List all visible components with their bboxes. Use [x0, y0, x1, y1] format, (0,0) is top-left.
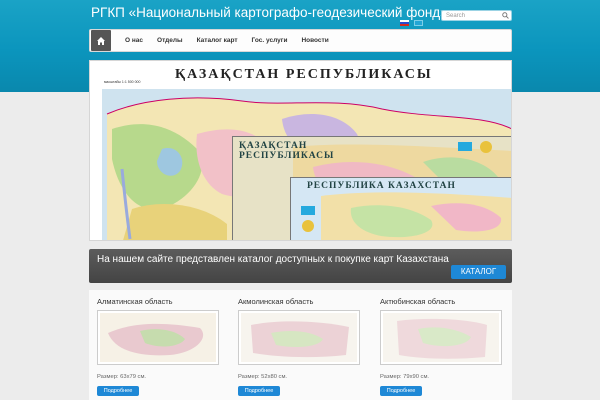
region-details-button[interactable]: Подробнее: [97, 386, 139, 396]
hero-slider[interactable]: ҚАЗАҚСТАН РЕСПУБЛИКАСЫ масштабы 1:1 500 …: [89, 60, 512, 241]
hero-card-russian-title: РЕСПУБЛИКА КАЗАХСТАН: [307, 181, 456, 191]
site-title[interactable]: РГКП «Национальный картографо-геодезичес…: [91, 5, 448, 20]
region-map-thumbnail[interactable]: [380, 310, 502, 365]
region-name[interactable]: Актюбинская область: [380, 297, 515, 306]
region-details-button[interactable]: Подробнее: [238, 386, 280, 396]
nav-item-departments[interactable]: Отделы: [157, 37, 183, 44]
search-placeholder: Search: [446, 13, 466, 19]
hero-map-scale: масштабы 1:1 500 000: [104, 80, 141, 84]
nav-item-map-catalog[interactable]: Каталог карт: [197, 37, 238, 44]
hero-card-kazakh-title: ҚАЗАҚСТАН РЕСПУБЛИКАСЫ: [239, 141, 335, 161]
region-card: Алматинская область Размер: 63х79 см. По…: [97, 297, 232, 396]
search-input[interactable]: Search: [441, 10, 512, 21]
region-size: Размер: 63х79 см.: [97, 374, 147, 380]
region-map-thumbnail[interactable]: [238, 310, 360, 365]
region-name[interactable]: Алматинская область: [97, 297, 232, 306]
region-size: Размер: 52х80 см.: [238, 374, 288, 380]
region-card: Актюбинская область Размер: 79х90 см. По…: [380, 297, 515, 396]
catalog-button[interactable]: КАТАЛОГ: [451, 265, 506, 279]
kazakh-flag-icon[interactable]: [414, 20, 423, 26]
hero-map-card-russian: РЕСПУБЛИКА КАЗАХСТАН: [290, 177, 511, 240]
region-card: Акмолинская область Размер: 52х80 см. По…: [238, 297, 373, 396]
hero-map-title: ҚАЗАҚСТАН РЕСПУБЛИКАСЫ: [175, 67, 433, 82]
region-size: Размер: 79х90 см.: [380, 374, 430, 380]
region-name[interactable]: Акмолинская область: [238, 297, 373, 306]
region-map-thumbnail[interactable]: [97, 310, 219, 365]
home-button[interactable]: [91, 30, 111, 51]
russian-flag-icon[interactable]: [400, 20, 409, 26]
language-switcher: [400, 20, 423, 26]
home-icon: [97, 36, 105, 45]
main-nav: О нас Отделы Каталог карт Гос. услуги Но…: [89, 29, 512, 52]
catalog-banner: На нашем сайте представлен каталог досту…: [89, 249, 512, 283]
banner-text: На нашем сайте представлен каталог досту…: [97, 254, 449, 265]
region-details-button[interactable]: Подробнее: [380, 386, 422, 396]
nav-item-about[interactable]: О нас: [125, 37, 143, 44]
nav-item-news[interactable]: Новости: [301, 37, 328, 44]
nav-item-gov-services[interactable]: Гос. услуги: [252, 37, 288, 44]
region-list: Алматинская область Размер: 63х79 см. По…: [89, 290, 512, 400]
search-icon[interactable]: [502, 12, 509, 19]
